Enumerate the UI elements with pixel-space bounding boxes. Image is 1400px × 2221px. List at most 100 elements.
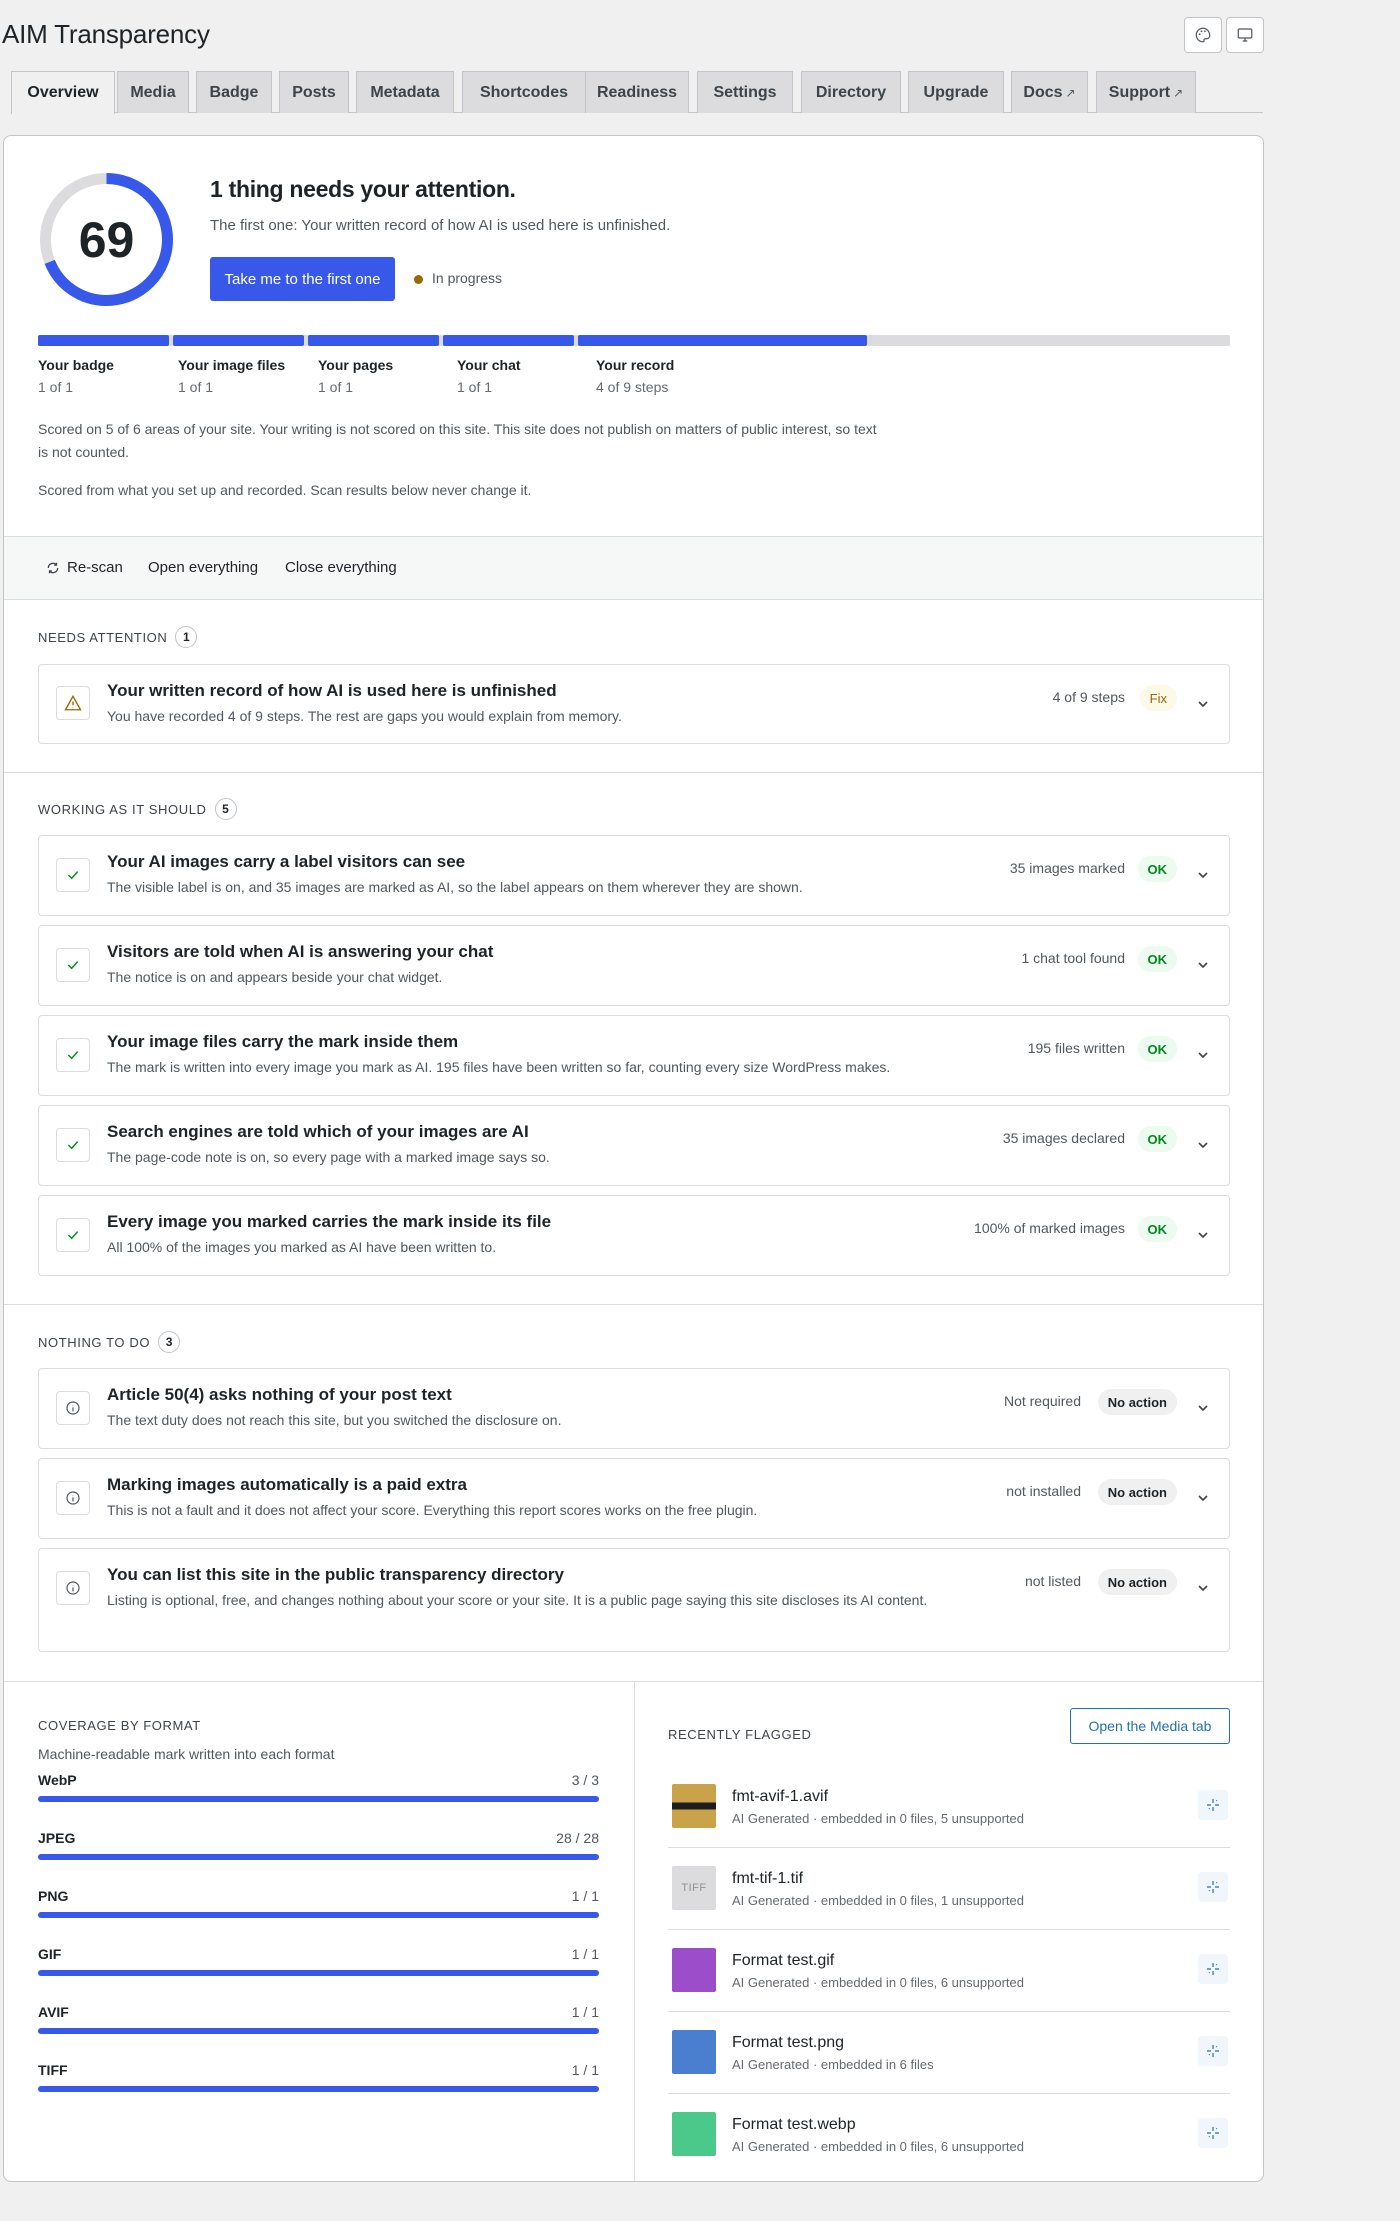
check-item-article-50[interactable]: Article 50(4) asks nothing of your post … — [38, 1368, 1230, 1449]
tab-posts[interactable]: Posts — [279, 71, 349, 113]
status-dot — [414, 275, 423, 284]
chevron-down-icon[interactable] — [1195, 696, 1211, 712]
chevron-down-icon[interactable] — [1195, 1400, 1211, 1416]
close-everything-button[interactable]: Close everything — [285, 559, 397, 576]
format-count: 28 / 28 — [556, 1830, 599, 1846]
thumbnail — [672, 1784, 716, 1828]
check-item-record[interactable]: Your written record of how AI is used he… — [38, 664, 1230, 744]
list-item[interactable]: TIFF fmt-tif-1.tif AI Generated · embedd… — [668, 1848, 1230, 1930]
check-item-file-mark[interactable]: Your image files carry the mark inside t… — [38, 1015, 1230, 1096]
open-media-tab-button[interactable]: Open the Media tab — [1070, 1708, 1230, 1744]
ok-badge: OK — [1137, 1036, 1177, 1062]
item-description: This is not a fault and it does not affe… — [107, 1502, 758, 1518]
chevron-down-icon[interactable] — [1195, 1227, 1211, 1243]
area-value: 1 of 1 — [178, 379, 214, 395]
tab-badge[interactable]: Badge — [196, 71, 272, 113]
info-icon — [66, 1581, 80, 1595]
ai-sparkle-button[interactable] — [1198, 1790, 1228, 1820]
count-badge: 1 — [175, 626, 198, 648]
tab-upgrade[interactable]: Upgrade — [908, 71, 1004, 113]
fix-badge: Fix — [1139, 685, 1177, 711]
section-needs-attention: Needs attention 1 — [38, 626, 198, 648]
section-nothing-to-do: Nothing to do 3 — [38, 1331, 181, 1353]
go-to-first-button[interactable]: Take me to the first one — [210, 257, 395, 301]
check-item-search-engines[interactable]: Search engines are told which of your im… — [38, 1105, 1230, 1186]
format-bar-fill — [38, 2028, 599, 2034]
area-label: Your chat — [457, 357, 521, 373]
tab-media[interactable]: Media — [117, 71, 189, 113]
area-value: 1 of 1 — [38, 379, 74, 395]
format-name: GIF — [38, 1946, 62, 1962]
format-bar-fill — [38, 1912, 599, 1918]
chevron-down-icon[interactable] — [1195, 1490, 1211, 1506]
check-item-visible-label[interactable]: Your AI images carry a label visitors ca… — [38, 835, 1230, 916]
item-title: Your written record of how AI is used he… — [107, 681, 557, 700]
sparkle-icon — [1207, 2045, 1219, 2057]
tab-support[interactable]: Support ↗ — [1096, 71, 1196, 113]
ai-sparkle-button[interactable] — [1198, 1872, 1228, 1902]
item-meta: 195 files written — [1027, 1040, 1125, 1056]
ai-sparkle-button[interactable] — [1198, 2036, 1228, 2066]
chevron-down-icon[interactable] — [1195, 957, 1211, 973]
list-item[interactable]: fmt-avif-1.avif AI Generated · embedded … — [668, 1766, 1230, 1848]
item-title: Article 50(4) asks nothing of your post … — [107, 1385, 452, 1404]
ai-sparkle-button[interactable] — [1198, 2118, 1228, 2148]
count-badge: 5 — [214, 798, 237, 820]
check-item-directory[interactable]: You can list this site in the public tra… — [38, 1548, 1230, 1652]
format-count: 1 / 1 — [571, 2004, 599, 2020]
tab-directory[interactable]: Directory — [801, 71, 901, 113]
check-item-chat-notice[interactable]: Visitors are told when AI is answering y… — [38, 925, 1230, 1006]
tab-settings[interactable]: Settings — [697, 71, 793, 113]
item-description: The mark is written into every image you… — [107, 1059, 891, 1075]
tab-metadata[interactable]: Metadata — [356, 71, 454, 113]
section-title: Nothing to do — [38, 1334, 151, 1350]
progress-segment-image-files — [173, 335, 304, 346]
item-icon-box — [56, 686, 90, 720]
external-link-icon: ↗ — [1173, 85, 1184, 100]
format-bar-fill — [38, 1796, 599, 1802]
item-title: Marking images automatically is a paid e… — [107, 1475, 467, 1494]
theme-button[interactable] — [1184, 17, 1222, 53]
format-bar — [38, 2086, 599, 2092]
section-divider — [4, 1304, 1263, 1305]
attention-title: 1 thing needs your attention. — [210, 176, 516, 202]
item-meta: Not required — [1003, 1393, 1081, 1409]
check-item-marked-images[interactable]: Every image you marked carries the mark … — [38, 1195, 1230, 1276]
check-icon — [67, 1231, 79, 1240]
list-item[interactable]: Format test.png AI Generated · embedded … — [668, 2012, 1230, 2094]
format-bar — [38, 1912, 599, 1918]
tab-label: Metadata — [370, 83, 440, 101]
preview-button[interactable] — [1226, 17, 1264, 53]
section-title: Working as it should — [38, 801, 207, 817]
scoring-note-secondary: Scored from what you set up and recorded… — [38, 482, 532, 498]
chevron-down-icon[interactable] — [1195, 867, 1211, 883]
list-item[interactable]: Format test.webp AI Generated · embedded… — [668, 2094, 1230, 2176]
area-label: Your record — [596, 357, 675, 373]
tab-label: Shortcodes — [479, 83, 568, 101]
tab-label: Docs — [1023, 83, 1063, 101]
item-title: Your AI images carry a label visitors ca… — [107, 852, 466, 871]
file-name: Format test.png — [732, 2034, 845, 2051]
ai-sparkle-button[interactable] — [1198, 1954, 1228, 1984]
tab-shortcodes[interactable]: Shortcodes — [462, 71, 586, 113]
rescan-button[interactable]: Re-scan — [46, 559, 123, 576]
tab-label: Readiness — [596, 83, 678, 101]
item-icon-box — [56, 1481, 90, 1515]
recent-title: Recently flagged — [668, 1727, 812, 1742]
chevron-down-icon[interactable] — [1195, 1580, 1211, 1596]
open-everything-button[interactable]: Open everything — [148, 559, 258, 576]
format-name: TIFF — [38, 2062, 68, 2078]
tab-docs[interactable]: Docs ↗ — [1011, 71, 1088, 113]
tab-readiness[interactable]: Readiness — [585, 71, 689, 113]
tab-bar: Overview Media Badge Posts Metadata Shor… — [11, 71, 1263, 114]
overview-card: 69 1 thing needs your attention. The fir… — [3, 135, 1264, 2182]
chevron-down-icon[interactable] — [1195, 1047, 1211, 1063]
item-title: Your image files carry the mark inside t… — [107, 1032, 459, 1051]
item-icon-box — [56, 1391, 90, 1425]
tab-label: Directory — [815, 83, 887, 101]
list-item[interactable]: Format test.gif AI Generated · embedded … — [668, 1930, 1230, 2012]
check-item-auto-marking[interactable]: Marking images automatically is a paid e… — [38, 1458, 1230, 1539]
tab-overview[interactable]: Overview — [11, 71, 115, 114]
sparkle-icon — [1207, 2127, 1219, 2139]
chevron-down-icon[interactable] — [1195, 1137, 1211, 1153]
